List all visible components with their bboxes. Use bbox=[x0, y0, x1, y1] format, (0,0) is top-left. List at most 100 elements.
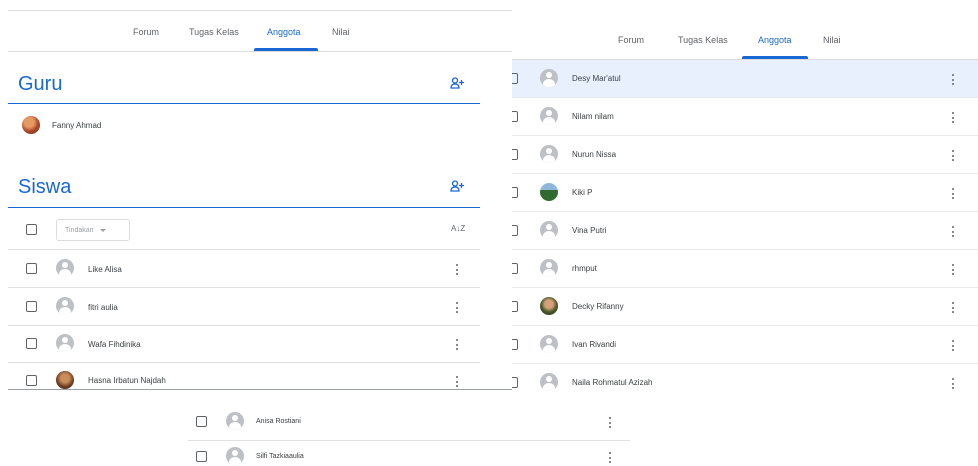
row-checkbox[interactable] bbox=[26, 301, 37, 312]
tab-forum[interactable]: Forum bbox=[618, 35, 644, 45]
avatar bbox=[22, 116, 40, 134]
more-vert-icon[interactable] bbox=[608, 452, 611, 463]
top-divider bbox=[8, 10, 512, 11]
row-divider bbox=[512, 173, 978, 174]
avatar bbox=[540, 221, 558, 239]
row-checkbox[interactable] bbox=[26, 375, 37, 386]
row-checkbox[interactable] bbox=[512, 301, 518, 312]
student-name: rhmput bbox=[572, 264, 597, 273]
chevron-down-icon bbox=[99, 228, 106, 232]
row-checkbox[interactable] bbox=[512, 187, 518, 198]
student-name: Nurun Nissa bbox=[572, 150, 617, 159]
row-checkbox[interactable] bbox=[196, 451, 207, 462]
left-screenshot-panel: Forum Tugas Kelas Anggota Nilai Guru Fan… bbox=[0, 0, 512, 392]
row-checkbox[interactable] bbox=[512, 339, 518, 350]
row-divider bbox=[512, 325, 978, 326]
row-checkbox[interactable] bbox=[512, 73, 518, 84]
avatar bbox=[56, 371, 74, 389]
more-vert-icon[interactable] bbox=[951, 264, 954, 275]
avatar bbox=[540, 107, 558, 125]
more-vert-icon[interactable] bbox=[951, 226, 954, 237]
section-title-guru: Guru bbox=[18, 73, 63, 95]
row-divider bbox=[512, 249, 978, 250]
teacher-name: Fanny Ahmad bbox=[52, 121, 102, 130]
student-name: Anisa Rostiani bbox=[256, 418, 301, 425]
more-vert-icon[interactable] bbox=[951, 340, 954, 351]
row-divider bbox=[8, 249, 480, 250]
avatar bbox=[226, 447, 244, 465]
row-checkbox[interactable] bbox=[512, 377, 518, 388]
more-vert-icon[interactable] bbox=[951, 112, 954, 123]
more-vert-icon[interactable] bbox=[455, 264, 458, 275]
student-name: Desy Mar'atul bbox=[572, 74, 621, 83]
row-checkbox[interactable] bbox=[512, 263, 518, 274]
row-divider bbox=[512, 287, 978, 288]
avatar bbox=[56, 334, 74, 352]
row-checkbox[interactable] bbox=[512, 149, 518, 160]
student-name: Decky Rifanny bbox=[572, 302, 624, 311]
actions-dropdown-label: Tindakan bbox=[65, 227, 94, 234]
add-person-icon[interactable] bbox=[450, 180, 464, 192]
tabs-divider bbox=[8, 51, 512, 52]
select-all-checkbox[interactable] bbox=[26, 224, 37, 235]
sort-az-icon[interactable]: A↓Z bbox=[451, 224, 465, 233]
row-checkbox[interactable] bbox=[196, 416, 207, 427]
more-vert-icon[interactable] bbox=[951, 302, 954, 313]
avatar bbox=[56, 297, 74, 315]
siswa-divider bbox=[8, 207, 480, 208]
more-vert-icon[interactable] bbox=[608, 417, 611, 428]
tab-nilai[interactable]: Nilai bbox=[823, 35, 841, 45]
student-name: Ivan Rivandi bbox=[572, 340, 617, 349]
tab-anggota[interactable]: Anggota bbox=[267, 27, 301, 37]
student-name: fitri aulia bbox=[88, 303, 118, 312]
more-vert-icon[interactable] bbox=[951, 74, 954, 85]
section-title-siswa: Siswa bbox=[18, 176, 72, 198]
row-divider bbox=[512, 211, 978, 212]
avatar bbox=[540, 145, 558, 163]
guru-divider bbox=[8, 103, 480, 104]
row-divider bbox=[512, 363, 978, 364]
row-divider bbox=[8, 287, 480, 288]
tab-tugas-kelas[interactable]: Tugas Kelas bbox=[189, 27, 239, 37]
more-vert-icon[interactable] bbox=[951, 188, 954, 199]
avatar bbox=[540, 183, 558, 201]
avatar bbox=[540, 259, 558, 277]
bottom-screenshot-panel: Anisa Rostiani Silfi Tazkiaaulia bbox=[186, 402, 638, 466]
more-vert-icon[interactable] bbox=[455, 302, 458, 313]
student-name: Naila Rohmatul Azizah bbox=[572, 378, 653, 387]
student-name: Nilam nilam bbox=[572, 112, 614, 121]
avatar bbox=[540, 373, 558, 391]
student-name: Wafa Fihdinika bbox=[88, 340, 141, 349]
student-name: Vina Putri bbox=[572, 226, 607, 235]
avatar bbox=[540, 69, 558, 87]
row-divider bbox=[8, 325, 480, 326]
more-vert-icon[interactable] bbox=[455, 376, 458, 387]
row-divider bbox=[188, 440, 630, 441]
right-screenshot-panel: Forum Tugas Kelas Anggota Nilai Desy Mar… bbox=[512, 0, 978, 404]
tab-nilai[interactable]: Nilai bbox=[332, 27, 350, 37]
row-divider bbox=[512, 97, 978, 98]
more-vert-icon[interactable] bbox=[455, 339, 458, 350]
avatar bbox=[56, 259, 74, 277]
row-checkbox[interactable] bbox=[512, 225, 518, 236]
actions-dropdown[interactable]: Tindakan bbox=[56, 219, 130, 241]
more-vert-icon[interactable] bbox=[951, 378, 954, 389]
avatar bbox=[226, 412, 244, 430]
tab-anggota[interactable]: Anggota bbox=[758, 35, 792, 45]
student-name: Like Alisa bbox=[88, 265, 122, 274]
avatar bbox=[540, 297, 558, 315]
row-checkbox[interactable] bbox=[26, 338, 37, 349]
row-checkbox[interactable] bbox=[512, 111, 518, 122]
row-divider bbox=[8, 362, 480, 363]
row-divider bbox=[512, 135, 978, 136]
avatar bbox=[540, 335, 558, 353]
tab-tugas-kelas[interactable]: Tugas Kelas bbox=[678, 35, 728, 45]
add-person-icon[interactable] bbox=[450, 77, 464, 89]
student-name: Silfi Tazkiaaulia bbox=[256, 453, 304, 460]
tab-forum[interactable]: Forum bbox=[133, 27, 159, 37]
more-vert-icon[interactable] bbox=[951, 150, 954, 161]
row-checkbox[interactable] bbox=[26, 263, 37, 274]
student-name: Hasna Irbatun Najdah bbox=[88, 376, 166, 385]
student-name: Kiki P bbox=[572, 188, 593, 197]
panel-bottom-edge bbox=[8, 389, 512, 390]
